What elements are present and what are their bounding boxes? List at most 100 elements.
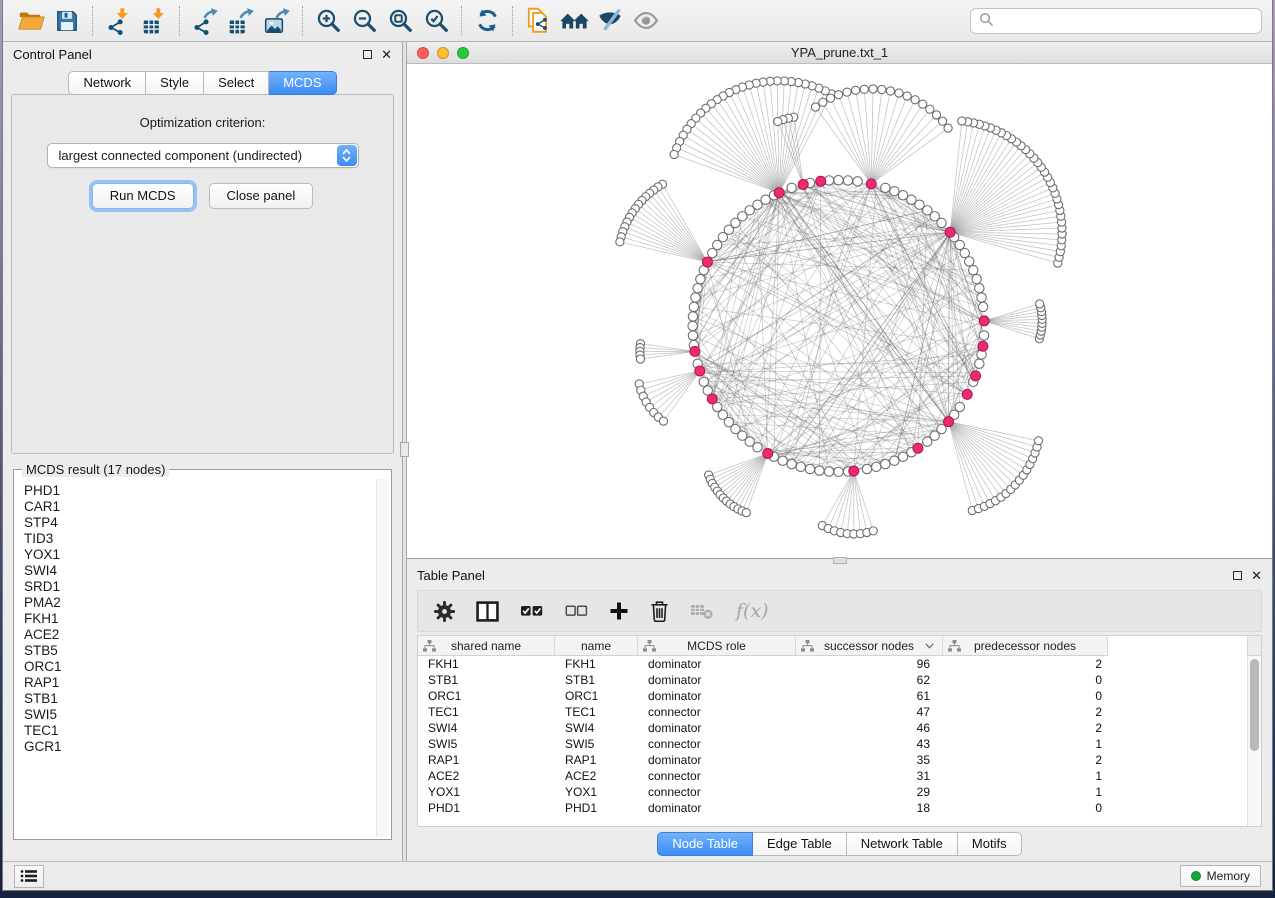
ring-node[interactable]: [890, 456, 899, 465]
column-header-shared-name[interactable]: shared name: [418, 636, 555, 656]
ring-node[interactable]: [753, 443, 762, 452]
table-row[interactable]: YOX1YOX1connector291: [418, 784, 1261, 800]
ring-node[interactable]: [862, 464, 871, 473]
ring-node[interactable]: [708, 248, 717, 257]
leaf-node[interactable]: [1034, 437, 1042, 445]
ring-node[interactable]: [872, 462, 881, 471]
zoom-selected-icon[interactable]: [418, 4, 454, 38]
ring-node[interactable]: [834, 467, 843, 476]
ring-node[interactable]: [898, 191, 907, 200]
leaf-node[interactable]: [670, 150, 678, 158]
import-table-icon[interactable]: [136, 4, 172, 38]
ring-node[interactable]: [693, 284, 702, 293]
deselect-all-rows-icon[interactable]: [565, 603, 588, 619]
result-node-item[interactable]: PMA2: [24, 595, 389, 611]
tab-style[interactable]: Style: [146, 71, 204, 95]
column-header-predecessor-nodes[interactable]: predecessor nodes: [943, 636, 1108, 656]
leaf-node[interactable]: [958, 117, 966, 125]
result-node-item[interactable]: SWI5: [24, 707, 389, 723]
refresh-layout-icon[interactable]: [469, 4, 505, 38]
gear-icon[interactable]: [434, 601, 455, 622]
leaf-node[interactable]: [851, 86, 859, 94]
ring-node[interactable]: [881, 183, 890, 192]
ring-node[interactable]: [890, 187, 899, 196]
ring-node[interactable]: [898, 452, 907, 461]
leaf-node[interactable]: [911, 96, 919, 104]
table-row[interactable]: ACE2ACE2connector311: [418, 768, 1261, 784]
run-mcds-button[interactable]: Run MCDS: [92, 183, 194, 209]
leaf-node[interactable]: [819, 98, 827, 106]
table-scrollbar[interactable]: [1247, 656, 1261, 826]
result-node-item[interactable]: GCR1: [24, 739, 389, 755]
network-canvas[interactable]: [407, 64, 1272, 558]
result-node-item[interactable]: TEC1: [24, 723, 389, 739]
table-row[interactable]: ORC1ORC1dominator610: [418, 688, 1261, 704]
save-session-icon[interactable]: [49, 4, 85, 38]
ring-node[interactable]: [969, 265, 978, 274]
ring-node[interactable]: [815, 466, 824, 475]
ring-node[interactable]: [955, 402, 964, 411]
zoom-fit-icon[interactable]: [382, 4, 418, 38]
column-header-name[interactable]: name: [555, 636, 638, 656]
ring-node[interactable]: [977, 293, 986, 302]
ring-node[interactable]: [787, 459, 796, 468]
tab-select[interactable]: Select: [204, 71, 269, 95]
maximize-window-icon[interactable]: [457, 47, 469, 59]
open-file-icon[interactable]: [13, 4, 49, 38]
ring-node[interactable]: [978, 302, 987, 311]
result-node-item[interactable]: CAR1: [24, 499, 389, 515]
leaf-node[interactable]: [659, 417, 667, 425]
dominator-node[interactable]: [702, 257, 712, 267]
leaf-node[interactable]: [811, 103, 819, 111]
leaf-node[interactable]: [919, 100, 927, 108]
dominator-node[interactable]: [707, 394, 717, 404]
leaf-node[interactable]: [843, 88, 851, 96]
result-node-item[interactable]: RAP1: [24, 675, 389, 691]
leaf-node[interactable]: [932, 111, 940, 119]
result-node-item[interactable]: PHD1: [24, 483, 389, 499]
ring-node[interactable]: [965, 257, 974, 266]
tab-mcds[interactable]: MCDS: [269, 71, 336, 95]
dominator-node[interactable]: [816, 176, 826, 186]
first-neighbors-icon[interactable]: [556, 4, 592, 38]
table-row[interactable]: RAP1RAP1dominator352: [418, 752, 1261, 768]
leaf-node[interactable]: [926, 105, 934, 113]
task-history-button[interactable]: [14, 865, 44, 888]
ring-node[interactable]: [688, 331, 697, 340]
table-row[interactable]: PHD1PHD1dominator180: [418, 800, 1261, 816]
result-node-item[interactable]: SRD1: [24, 579, 389, 595]
leaf-node[interactable]: [616, 238, 624, 246]
ring-node[interactable]: [975, 359, 984, 368]
table-row[interactable]: STB1STB1dominator620: [418, 672, 1261, 688]
result-node-item[interactable]: STB1: [24, 691, 389, 707]
scrollbar-thumb[interactable]: [1250, 659, 1259, 751]
ring-node[interactable]: [689, 302, 698, 311]
result-node-item[interactable]: TID3: [24, 531, 389, 547]
dominator-node[interactable]: [774, 188, 784, 198]
tab-network-table[interactable]: Network Table: [847, 832, 958, 856]
close-panel-icon[interactable]: ✕: [381, 50, 392, 59]
ring-node[interactable]: [907, 195, 916, 204]
leaf-node[interactable]: [895, 89, 903, 97]
dominator-node[interactable]: [945, 227, 955, 237]
table-row[interactable]: SWI5SWI5connector431: [418, 736, 1261, 752]
close-panel-icon[interactable]: ✕: [1251, 571, 1262, 580]
leaf-node[interactable]: [886, 87, 894, 95]
dominator-node[interactable]: [962, 389, 972, 399]
dominator-node[interactable]: [690, 346, 700, 356]
export-table-icon[interactable]: [223, 4, 259, 38]
tab-edge-table[interactable]: Edge Table: [753, 832, 847, 856]
close-window-icon[interactable]: [417, 47, 429, 59]
tab-network[interactable]: Network: [68, 71, 146, 95]
dominator-node[interactable]: [695, 366, 705, 376]
result-node-item[interactable]: SWI4: [24, 563, 389, 579]
ring-node[interactable]: [699, 377, 708, 386]
ring-node[interactable]: [688, 321, 697, 330]
dominator-node[interactable]: [971, 371, 981, 381]
leaf-node[interactable]: [944, 124, 952, 132]
hide-selected-icon[interactable]: [592, 4, 628, 38]
optimization-criterion-dropdown[interactable]: largest connected component (undirected): [47, 143, 359, 168]
ring-node[interactable]: [691, 293, 700, 302]
splitter-handle[interactable]: [833, 557, 847, 564]
ring-node[interactable]: [805, 464, 814, 473]
